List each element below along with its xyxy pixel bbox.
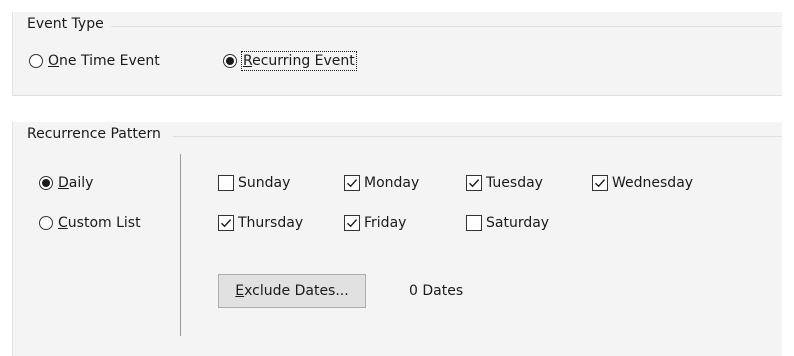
custom-list-label: Custom List [58, 215, 141, 231]
exclude-dates-label: Exclude Dates... [235, 283, 349, 299]
vertical-divider [180, 154, 181, 336]
one-time-event-label: One Time Event [48, 53, 160, 69]
dates-count-label: 0 Dates [409, 283, 464, 299]
daily-radio[interactable]: Daily [39, 174, 93, 192]
exclude-dates-button[interactable]: Exclude Dates... [218, 274, 366, 308]
checkbox-unchecked-icon [466, 215, 482, 231]
group-border-line [111, 26, 782, 27]
recurring-event-label: Recurring Event [241, 51, 357, 71]
event-schedule-dialog: Event Type One Time Event Recurring Even… [0, 0, 794, 356]
event-type-group: Event Type One Time Event Recurring Even… [12, 12, 782, 96]
tuesday-checkbox[interactable]: Tuesday [466, 174, 543, 192]
monday-label: Monday [364, 175, 420, 191]
radio-unchecked-icon [39, 216, 53, 230]
one-time-event-radio[interactable]: One Time Event [29, 52, 160, 70]
custom-list-radio[interactable]: Custom List [39, 214, 141, 232]
thursday-checkbox[interactable]: Thursday [218, 214, 303, 232]
saturday-label: Saturday [486, 215, 550, 231]
checkmark-icon [466, 175, 482, 191]
tuesday-label: Tuesday [486, 175, 543, 191]
sunday-checkbox[interactable]: Sunday [218, 174, 290, 192]
thursday-label: Thursday [238, 215, 304, 231]
friday-checkbox[interactable]: Friday [344, 214, 406, 232]
radio-checked-icon [39, 176, 53, 190]
saturday-checkbox[interactable]: Saturday [466, 214, 549, 232]
recurring-event-radio[interactable]: Recurring Event [223, 51, 357, 71]
recurrence-pattern-group: Recurrence Pattern Daily Custom List Sun… [12, 122, 782, 356]
checkmark-icon [344, 175, 360, 191]
checkmark-icon [218, 215, 234, 231]
group-border-line [13, 95, 782, 96]
monday-checkbox[interactable]: Monday [344, 174, 419, 192]
radio-unchecked-icon [29, 54, 43, 68]
checkbox-unchecked-icon [218, 175, 234, 191]
wednesday-checkbox[interactable]: Wednesday [592, 174, 693, 192]
daily-label: Daily [58, 175, 94, 191]
wednesday-label: Wednesday [612, 175, 694, 191]
checkmark-icon [344, 215, 360, 231]
checkmark-icon [592, 175, 608, 191]
friday-label: Friday [364, 215, 407, 231]
group-border-line [173, 136, 782, 137]
sunday-label: Sunday [238, 175, 291, 191]
recurrence-pattern-title: Recurrence Pattern [27, 126, 161, 142]
event-type-title: Event Type [27, 16, 104, 32]
radio-checked-icon [223, 54, 237, 68]
